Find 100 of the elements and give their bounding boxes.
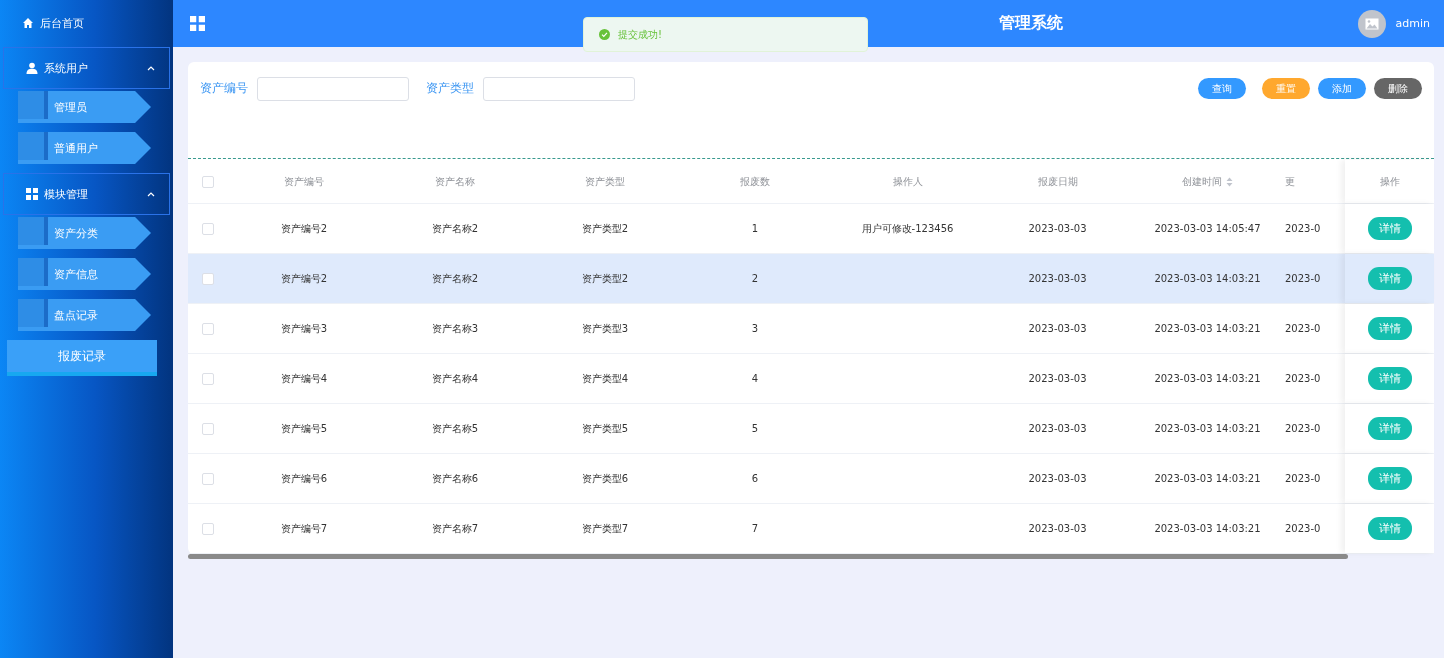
row-checkbox[interactable]: [202, 472, 214, 485]
column-header[interactable]: 创建时间: [1182, 174, 1233, 189]
submenu-item[interactable]: 资产信息: [18, 258, 151, 290]
table-cell: 2023-03-03 14:03:21: [1154, 523, 1261, 534]
delete-button[interactable]: 删除: [1374, 78, 1422, 99]
row-checkbox[interactable]: [202, 272, 214, 285]
submenu-item[interactable]: 资产分类: [18, 217, 151, 249]
table-cell: 资产编号7: [280, 522, 328, 534]
table-cell: 2023-03-03: [1028, 323, 1087, 334]
column-header: 报废数: [740, 174, 770, 189]
username: admin: [1395, 17, 1430, 30]
table-cell: 2023-03-03: [1028, 423, 1087, 434]
table-cell: 2023-0: [1285, 423, 1321, 434]
table-cell: 2023-03-03 14:03:21: [1154, 323, 1261, 334]
toast-message: 提交成功!: [618, 27, 662, 42]
table-cell: 资产类型7: [581, 522, 629, 534]
submenu-item[interactable]: 报废记录: [7, 340, 157, 376]
table-cell: 2023-0: [1285, 223, 1321, 234]
field-label: 资产编号: [200, 80, 248, 97]
table-cell: 2023-03-03 14:03:21: [1154, 473, 1261, 484]
column-header: 操作人: [892, 174, 923, 189]
detail-button[interactable]: 详情: [1367, 517, 1412, 540]
table-cell: 2023-0: [1285, 273, 1321, 284]
caret-icon: [147, 191, 155, 197]
table-cell: 7: [751, 523, 759, 534]
table-cell: 2023-03-03: [1028, 523, 1087, 534]
table-cell: 资产类型2: [581, 272, 629, 284]
table-cell: 资产编号6: [280, 472, 328, 484]
submenu-item[interactable]: 管理员: [18, 91, 151, 123]
table-cell: 2023-03-03 14:03:21: [1154, 423, 1261, 434]
row-checkbox[interactable]: [202, 372, 214, 385]
detail-button[interactable]: 详情: [1367, 367, 1412, 390]
avatar-icon[interactable]: [1357, 9, 1386, 38]
submenu-item[interactable]: 盘点记录: [18, 299, 151, 331]
table-cell: 2023-0: [1285, 473, 1321, 484]
table-cell: 6: [751, 473, 759, 484]
reset-button[interactable]: 重置: [1262, 78, 1310, 99]
detail-button[interactable]: 详情: [1367, 467, 1412, 490]
field-label: 资产类型: [426, 80, 474, 97]
table-cell: 资产编号5: [280, 422, 328, 434]
home-icon: [22, 17, 34, 29]
table-cell: 资产名称3: [431, 322, 479, 334]
table-cell: 3: [751, 323, 759, 334]
table-cell: 资产类型3: [581, 322, 629, 334]
column-header: 资产编号: [284, 174, 324, 189]
row-checkbox[interactable]: [202, 422, 214, 435]
table-cell: 资产名称7: [431, 522, 479, 534]
table-cell: 2023-03-03 14:03:21: [1154, 273, 1261, 284]
table-cell: 2023-03-03 14:03:21: [1154, 373, 1261, 384]
submenu-item[interactable]: 普通用户: [18, 132, 151, 164]
table-cell: 用户可修改-123456: [861, 222, 954, 234]
horizontal-scrollbar[interactable]: [188, 554, 1348, 559]
input-field[interactable]: [257, 76, 409, 101]
table-cell: 5: [751, 423, 759, 434]
detail-button[interactable]: 详情: [1367, 317, 1412, 340]
table-cell: 2023-0: [1285, 323, 1321, 334]
table-cell: 资产名称4: [431, 372, 479, 384]
table-cell: 资产编号3: [280, 322, 328, 334]
row-checkbox[interactable]: [202, 222, 214, 235]
table-cell: 2023-03-03 14:05:47: [1154, 223, 1261, 234]
column-header: 操作: [1379, 174, 1400, 189]
user-icon: [26, 62, 38, 74]
select-all-checkbox[interactable]: [202, 175, 214, 188]
table-cell: 2023-03-03: [1028, 373, 1087, 384]
menu-group[interactable]: 模块管理: [3, 173, 170, 215]
success-icon: [599, 29, 610, 40]
table-cell: 资产名称6: [431, 472, 479, 484]
table-cell: 2023-03-03: [1028, 473, 1087, 484]
add-button[interactable]: 添加: [1318, 78, 1366, 99]
detail-button[interactable]: 详情: [1367, 267, 1412, 290]
home-menu-item[interactable]: 后台首页: [0, 10, 90, 36]
table-cell: 2023-03-03: [1028, 223, 1087, 234]
table-cell: 资产类型4: [581, 372, 629, 384]
table-cell: 资产名称5: [431, 422, 479, 434]
table-cell: 资产编号4: [280, 372, 328, 384]
table-cell: 4: [751, 373, 759, 384]
row-checkbox[interactable]: [202, 322, 214, 335]
table-cell: 资产编号2: [280, 222, 328, 234]
column-header: 更: [1285, 174, 1295, 189]
row-checkbox[interactable]: [202, 522, 214, 535]
column-header: 资产类型: [585, 174, 625, 189]
menu-icon[interactable]: [190, 16, 205, 31]
table-cell: 资产编号2: [280, 272, 328, 284]
input-field[interactable]: [483, 76, 635, 101]
search-button[interactable]: 查询: [1198, 78, 1246, 99]
sort-icon[interactable]: [1226, 176, 1233, 187]
table-cell: 资产名称2: [431, 272, 479, 284]
detail-button[interactable]: 详情: [1367, 217, 1412, 240]
table-cell: 2023-0: [1285, 523, 1321, 534]
table-cell: 2023-03-03: [1028, 273, 1087, 284]
detail-button[interactable]: 详情: [1367, 417, 1412, 440]
table-cell: 2023-0: [1285, 373, 1321, 384]
table-cell: 1: [751, 223, 759, 234]
column-header: 资产名称: [435, 174, 475, 189]
table-cell: 2: [751, 273, 759, 284]
table-cell: 资产名称2: [431, 222, 479, 234]
menu-group[interactable]: 系统用户: [3, 47, 170, 89]
column-header: 报废日期: [1037, 174, 1078, 189]
menu-grid-icon: [26, 188, 38, 200]
caret-icon: [147, 65, 155, 71]
